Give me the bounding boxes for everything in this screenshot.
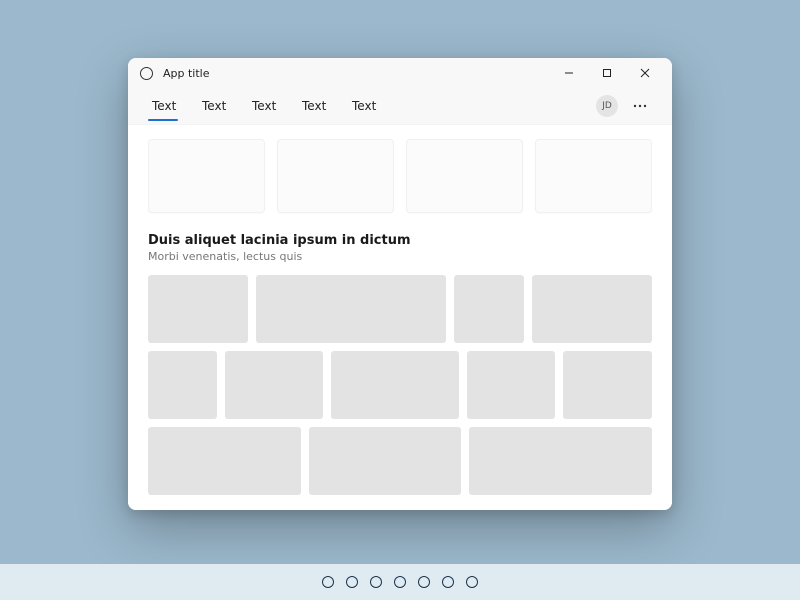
gallery-tile[interactable] xyxy=(532,275,652,343)
gallery-tile[interactable] xyxy=(225,351,323,419)
gallery-row xyxy=(148,427,652,495)
gallery xyxy=(148,275,652,495)
app-title: App title xyxy=(163,67,210,80)
minimize-button[interactable] xyxy=(550,58,588,88)
section-title: Duis aliquet lacinia ipsum in dictum xyxy=(148,233,652,248)
card[interactable] xyxy=(535,139,652,213)
taskbar-item[interactable] xyxy=(466,576,478,588)
more-icon xyxy=(633,104,647,108)
card[interactable] xyxy=(148,139,265,213)
gallery-tile[interactable] xyxy=(309,427,462,495)
tab-0[interactable]: Text xyxy=(148,99,198,113)
card-row xyxy=(148,139,652,213)
gallery-tile[interactable] xyxy=(148,427,301,495)
taskbar-item[interactable] xyxy=(346,576,358,588)
maximize-button[interactable] xyxy=(588,58,626,88)
tab-4[interactable]: Text xyxy=(348,99,398,113)
taskbar-item[interactable] xyxy=(322,576,334,588)
gallery-tile[interactable] xyxy=(469,427,652,495)
taskbar-item[interactable] xyxy=(442,576,454,588)
close-button[interactable] xyxy=(626,58,664,88)
taskbar-item[interactable] xyxy=(418,576,430,588)
app-icon xyxy=(140,67,153,80)
app-window: App title TextTextTextTextText JD Duis a… xyxy=(128,58,672,510)
close-icon xyxy=(640,68,650,78)
tab-3[interactable]: Text xyxy=(298,99,348,113)
maximize-icon xyxy=(602,68,612,78)
taskbar[interactable] xyxy=(0,564,800,600)
more-button[interactable] xyxy=(628,94,652,118)
tab-1[interactable]: Text xyxy=(198,99,248,113)
minimize-icon xyxy=(564,68,574,78)
gallery-tile[interactable] xyxy=(563,351,652,419)
card[interactable] xyxy=(406,139,523,213)
tab-bar: TextTextTextTextText JD xyxy=(128,88,672,125)
card[interactable] xyxy=(277,139,394,213)
gallery-tile[interactable] xyxy=(148,351,217,419)
tab-2[interactable]: Text xyxy=(248,99,298,113)
section-subtitle: Morbi venenatis, lectus quis xyxy=(148,250,652,263)
gallery-tile[interactable] xyxy=(256,275,446,343)
gallery-tile[interactable] xyxy=(454,275,524,343)
titlebar[interactable]: App title xyxy=(128,58,672,88)
gallery-tile[interactable] xyxy=(467,351,556,419)
gallery-row xyxy=(148,351,652,419)
gallery-row xyxy=(148,275,652,343)
gallery-tile[interactable] xyxy=(331,351,459,419)
content-area: Duis aliquet lacinia ipsum in dictum Mor… xyxy=(128,125,672,510)
avatar[interactable]: JD xyxy=(596,95,618,117)
gallery-tile[interactable] xyxy=(148,275,248,343)
taskbar-item[interactable] xyxy=(394,576,406,588)
taskbar-item[interactable] xyxy=(370,576,382,588)
